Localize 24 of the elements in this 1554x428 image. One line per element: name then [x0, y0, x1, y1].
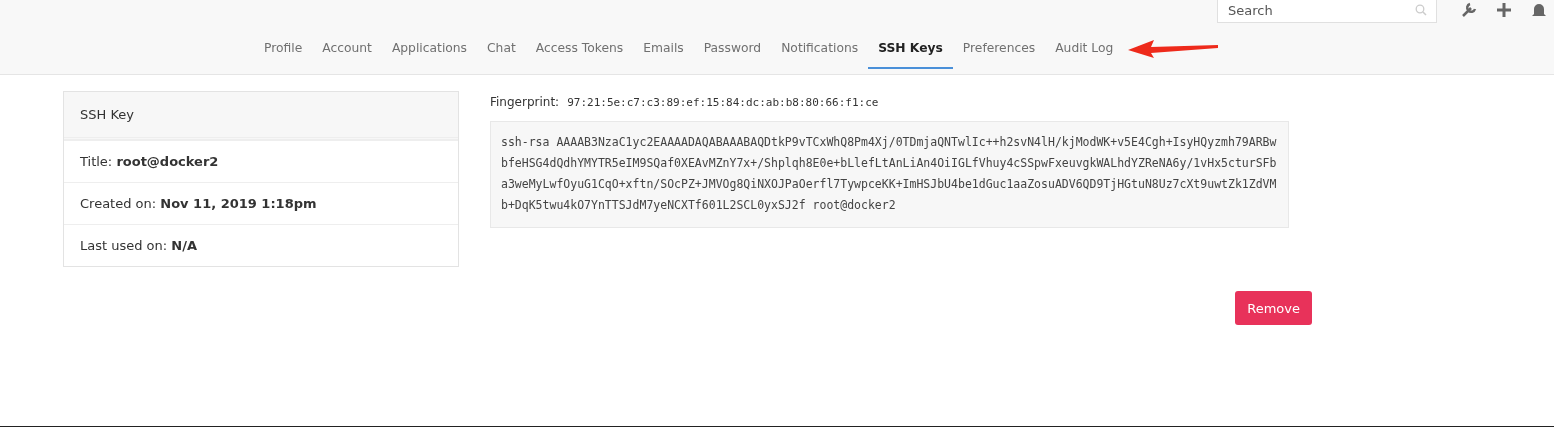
tab[interactable]: Access Tokens [525, 34, 634, 69]
tab[interactable]: Password [693, 34, 772, 69]
tab[interactable]: Chat [477, 34, 526, 69]
tab[interactable]: Emails [633, 34, 694, 69]
tab[interactable]: SSH Keys [868, 34, 953, 69]
key-detail: Created on: Nov 11, 2019 1:18pm [80, 196, 317, 211]
plus-icon[interactable] [1497, 3, 1511, 17]
tab[interactable]: Account [312, 34, 382, 69]
tab[interactable]: Audit Log [1045, 34, 1124, 69]
card-heading: SSH Key [80, 107, 134, 122]
search-field[interactable]: Search [1217, 0, 1437, 23]
bell-icon[interactable] [1531, 2, 1547, 18]
tab[interactable]: Profile [254, 34, 313, 69]
search-icon [1415, 4, 1427, 16]
public-key-text: ssh-rsa AAAAB3NzaC1yc2EAAAADAQABAAABAQDtkP9vTCxWhQ8Pm4Xj/0TDmjaQNTwlIc++h2svN4lH/kjModWK+v5E4Cgh+IsyHQyzmh79ARBwbfeHSG4dQdhYMYTR5eIM9SQaf0XEAvMZnY7x+/Shplqh8E0e+bLlefLtAnLiAn4OiIGLfVhuy4cSSpwFxeuvgkWALhdYZReNA6y/1vHx5cturSFba3weMyLwfOyuG1CqO+xftn/SOcPZ+JMVOg8QiNXOJPaOerfl7TywpceKK+ImHSJbU4be1dGuc1aaZosuADV6QD9TjHGtuN8Uz7cXt9uwtZk1ZdVMb+DqK5twu4kO7YnTTSJdM7yeNCXTf601L2SCL0yxSJ2f root@docker2 [490, 121, 1290, 228]
remove-button[interactable]: Remove [1235, 291, 1312, 325]
key-detail: Last used on: N/A [80, 238, 197, 253]
tab[interactable]: Notifications [771, 34, 869, 69]
fingerprint-value: 97:21:5e:c7:c3:89:ef:15:84:dc:ab:b8:80:66:f1:ce [567, 96, 879, 109]
tab[interactable]: Applications [381, 34, 478, 69]
key-detail: Title: root@docker2 [80, 154, 219, 169]
tab[interactable]: Preferences [952, 34, 1046, 69]
wrench-icon[interactable] [1461, 2, 1477, 18]
fingerprint-label: Fingerprint: [490, 95, 560, 109]
